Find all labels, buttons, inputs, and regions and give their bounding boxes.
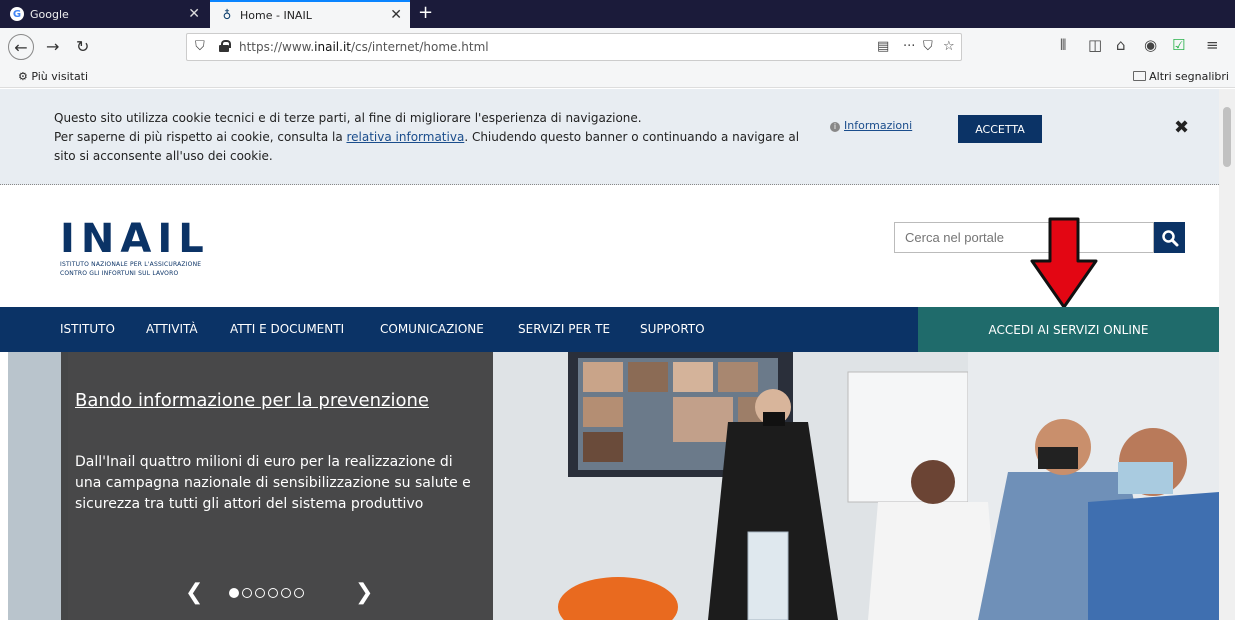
close-tab-icon[interactable]: ✕ [390, 7, 402, 23]
accept-cookies-button[interactable]: ACCETTA [958, 115, 1042, 143]
hero-carousel: Bando informazione per la prevenzione Da… [8, 352, 1219, 620]
page-viewport: Questo sito utilizza cookie tecnici e di… [0, 89, 1219, 620]
carousel-dot[interactable] [242, 588, 252, 598]
logo-subtitle-2: CONTRO GLI INFORTUNI SUL LAVORO [60, 270, 179, 277]
inail-logo[interactable]: INAIL ISTITUTO NAZIONALE PER L'ASSICURAZ… [60, 219, 210, 277]
info-icon: i [830, 122, 840, 132]
cookie-banner: Questo sito utilizza cookie tecnici e di… [0, 89, 1219, 185]
chevron-left-icon[interactable]: ❮ [185, 580, 203, 605]
scrollbar-thumb[interactable] [1223, 107, 1231, 167]
tab-inail[interactable]: ♁ Home - INAIL ✕ [210, 0, 410, 28]
carousel-dot[interactable] [229, 588, 239, 598]
carousel-dot[interactable] [255, 588, 265, 598]
page-scrollbar[interactable] [1219, 89, 1235, 620]
red-down-arrow-icon [1030, 217, 1098, 309]
lock-icon[interactable] [219, 40, 231, 52]
carousel-controls: ❮ ❯ [185, 580, 373, 605]
browser-toolbar: ← → ↻ ⛉ https://www.inail.it/cs/internet… [0, 28, 1235, 66]
sidebar-icon[interactable]: ◫ [1088, 36, 1102, 54]
carousel-dot[interactable] [294, 588, 304, 598]
nav-item-supporto[interactable]: SUPPORTO [640, 322, 705, 336]
home-icon[interactable]: ⌂ [1116, 36, 1126, 54]
inail-favicon-icon: ♁ [222, 8, 232, 22]
reload-icon[interactable]: ↻ [76, 37, 89, 56]
page-actions-icon[interactable]: ··· [903, 39, 915, 54]
google-favicon-icon: G [10, 7, 24, 21]
new-tab-icon[interactable]: + [418, 2, 433, 23]
logo-subtitle-1: ISTITUTO NAZIONALE PER L'ASSICURAZIONE [60, 261, 202, 268]
carousel-dot[interactable] [281, 588, 291, 598]
tab-label: Google [30, 7, 69, 21]
most-visited-bookmark[interactable]: ⚙ Più visitati [18, 70, 88, 83]
browser-tab-bar: G Google ✕ ♁ Home - INAIL ✕ + [0, 0, 1235, 28]
tab-label: Home - INAIL [240, 8, 312, 22]
cookie-policy-link[interactable]: relativa informativa [346, 130, 464, 144]
address-bar[interactable]: ⛉ https://www.inail.it/cs/internet/home.… [186, 33, 962, 61]
back-arrow-icon[interactable]: ← [8, 34, 34, 60]
hero-title-link[interactable]: Bando informazione per la prevenzione [75, 390, 429, 411]
carousel-dot[interactable] [268, 588, 278, 598]
account-icon[interactable]: ◉ [1144, 36, 1157, 54]
close-banner-icon[interactable]: ✖ [1174, 117, 1189, 138]
logo-wordmark: INAIL [60, 216, 210, 262]
bookmark-star-icon[interactable]: ☆ [943, 39, 955, 54]
nav-item-comunicazione[interactable]: COMUNICAZIONE [380, 322, 484, 336]
pocket-icon[interactable]: ⛉ [923, 39, 933, 54]
nav-item-servizi-per-te[interactable]: SERVIZI PER TE [518, 322, 610, 336]
reader-view-icon[interactable]: ▤ [877, 39, 889, 54]
folder-icon [1133, 71, 1147, 81]
cookie-info-link[interactable]: i Informazioni [830, 119, 912, 132]
chevron-right-icon[interactable]: ❯ [355, 580, 373, 605]
tracking-shield-icon[interactable]: ⛉ [195, 39, 205, 54]
search-button[interactable] [1154, 222, 1185, 253]
online-services-button[interactable]: ACCEDI AI SERVIZI ONLINE [918, 307, 1219, 352]
url-text[interactable]: https://www.inail.it/cs/internet/home.ht… [239, 40, 489, 54]
forward-arrow-icon[interactable]: → [46, 37, 59, 56]
library-icon[interactable]: ⫴ [1060, 36, 1066, 54]
hero-description: Dall'Inail quattro milioni di euro per l… [75, 454, 471, 512]
tab-google[interactable]: G Google ✕ [0, 0, 208, 28]
cookie-message: Questo sito utilizza cookie tecnici e di… [54, 111, 800, 163]
bookmarks-bar: ⚙ Più visitati Altri segnalibri [0, 66, 1235, 88]
other-bookmarks[interactable]: Altri segnalibri [1133, 70, 1229, 83]
search-icon [1161, 229, 1178, 246]
search-input[interactable] [894, 222, 1154, 253]
carousel-dots [229, 588, 304, 598]
nav-item-istituto[interactable]: ISTITUTO [60, 322, 115, 336]
close-tab-icon[interactable]: ✕ [188, 6, 200, 22]
extension-check-icon[interactable]: ☑ [1172, 36, 1185, 54]
hero-caption-panel: Bando informazione per la prevenzione Da… [61, 352, 493, 620]
nav-item-atti-e-documenti[interactable]: ATTI E DOCUMENTI [230, 322, 344, 336]
menu-icon[interactable]: ≡ [1206, 36, 1219, 54]
nav-item-attivita[interactable]: ATTIVITÀ [146, 322, 198, 336]
